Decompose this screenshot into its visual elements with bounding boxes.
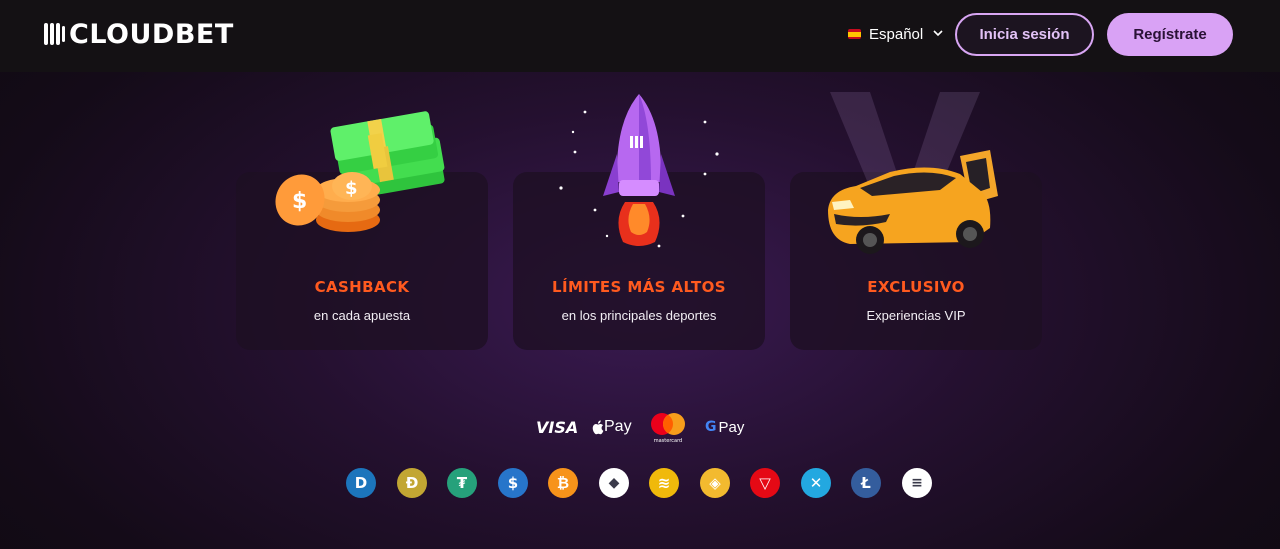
spain-flag-icon [848,29,861,39]
google-g-icon: G [705,419,717,435]
litecoin-icon: Ł [851,468,881,498]
mastercard-logo: mastercard [648,410,688,444]
rocket-illustration [559,94,719,248]
apple-pay-logo: Pay [591,410,632,444]
logo-text: CLOUDBET [69,18,234,50]
top-header: CLOUDBET Español Inicia sesión Regístrat… [0,0,1280,72]
xrp-icon: ✕ [801,468,831,498]
card-title: CASHBACK [314,278,410,296]
card-subtitle: Experiencias VIP [866,308,966,323]
google-pay-label: Pay [718,418,745,436]
apple-pay-label: Pay [604,418,632,435]
bitcoin-icon: ₿ [548,468,578,498]
register-button[interactable]: Regístrate [1107,13,1233,56]
login-button[interactable]: Inicia sesión [955,13,1094,56]
ethereum-icon: ◆ [599,468,629,498]
sports-car-illustration [828,92,998,254]
svg-text:$: $ [292,189,307,214]
card-title: LÍMITES MÁS ALTOS [552,278,726,296]
chevron-down-icon [933,28,943,40]
binance-usd-icon: ≋ [649,468,679,498]
usdc-icon: $ [498,468,528,498]
tether-icon: ₮ [447,468,477,498]
card-title: EXCLUSIVO [867,278,965,296]
language-selector[interactable]: Español [848,22,943,46]
logo-mark-icon [44,23,65,45]
card-subtitle: en los principales deportes [561,308,717,323]
apple-icon [592,419,604,434]
svg-text:$: $ [345,178,358,199]
tron-icon: ▽ [750,468,780,498]
dogecoin-icon: Ð [397,468,427,498]
cloudbet-logo[interactable]: CLOUDBET [44,18,234,50]
google-pay-logo: G Pay [705,410,744,444]
money-coins-illustration: $ $ [275,111,445,232]
dash-icon: D [346,468,376,498]
card-subtitle: en cada apuesta [313,308,411,323]
visa-logo: VISA [536,417,579,437]
payment-methods-row: VISA Pay mastercard G Pay [0,410,1280,444]
solana-icon: ≡ [902,468,932,498]
language-label: Español [869,25,924,43]
mastercard-label: mastercard [654,438,682,444]
bnb-icon: ◈ [700,468,730,498]
